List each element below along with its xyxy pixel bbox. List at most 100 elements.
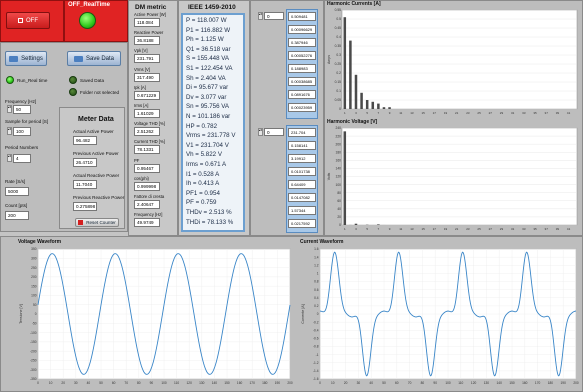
x-tick-label: 9 bbox=[389, 227, 391, 231]
x-tick-label: 31 bbox=[511, 111, 515, 115]
y-tick-label: 0.45 bbox=[335, 26, 342, 30]
x-tick-label: 10 bbox=[49, 381, 53, 385]
ieee-line: THDv = 2.513 % bbox=[186, 209, 232, 216]
realtime-toggle[interactable] bbox=[79, 12, 96, 29]
bar bbox=[377, 103, 380, 109]
y-tick-label: -1.2 bbox=[313, 361, 319, 365]
x-tick-label: 150 bbox=[224, 381, 230, 385]
x-tick-label: 17 bbox=[433, 227, 437, 231]
off-button[interactable]: OFF bbox=[6, 12, 50, 29]
x-tick-label: 11 bbox=[399, 227, 402, 231]
x-tick-label: 15 bbox=[421, 227, 425, 231]
ieee-line: Vh = 5.822 V bbox=[186, 151, 222, 159]
frequency-input[interactable]: 50 bbox=[13, 105, 31, 114]
y-axis-label: Amps bbox=[327, 55, 331, 64]
ieee-line: Di = 95.677 var bbox=[186, 84, 229, 92]
y-tick-label: -1.4 bbox=[313, 369, 319, 373]
x-tick-label: 160 bbox=[522, 381, 528, 385]
harmonic-list-value: 0.00052276 bbox=[288, 51, 316, 60]
y-tick-label: 100 bbox=[335, 183, 341, 187]
rate-label: Rate [S/s] bbox=[5, 179, 26, 184]
y-tick-label: 1.4 bbox=[314, 255, 319, 259]
x-tick-label: 70 bbox=[408, 381, 412, 385]
y-tick-label: 0.55 bbox=[335, 8, 342, 12]
x-tick-label: 150 bbox=[509, 381, 515, 385]
x-tick-label: 170 bbox=[250, 381, 256, 385]
dm-field-label: PF bbox=[134, 157, 140, 163]
x-tick-label: 23 bbox=[466, 227, 470, 231]
x-tick-label: 33 bbox=[522, 227, 526, 231]
x-tick-label: 17 bbox=[433, 111, 437, 115]
meter-field-label: Previous Active Power bbox=[73, 151, 119, 156]
bar bbox=[349, 40, 352, 109]
x-tick-label: 3 bbox=[355, 111, 357, 115]
period-input[interactable]: 4 bbox=[13, 154, 31, 163]
y-tick-label: 350 bbox=[31, 247, 37, 251]
x-tick-label: 80 bbox=[421, 381, 425, 385]
dm-metric-title: DM metric bbox=[135, 4, 167, 11]
settings-icon bbox=[9, 55, 19, 62]
x-tick-label: 23 bbox=[466, 111, 470, 115]
y-tick-label: -0.8 bbox=[313, 345, 319, 349]
frequency-spin[interactable]: ▴▾ bbox=[7, 105, 12, 113]
harmonic-list-value: 0.00038685 bbox=[288, 77, 316, 86]
meter-field-label: Previous Reactive Power bbox=[73, 195, 125, 200]
meter-field-label: Actual Reactive Power bbox=[73, 173, 120, 178]
save-data-button[interactable]: Save Data bbox=[67, 51, 121, 66]
dm-field-label: Reactive Power bbox=[134, 30, 164, 36]
x-tick-label: 180 bbox=[548, 381, 554, 385]
x-tick-label: 140 bbox=[497, 381, 503, 385]
harmonic-list-value: 0.509481 bbox=[288, 12, 316, 21]
ieee-line: PF1 = 0.954 bbox=[186, 189, 220, 197]
y-axis-label: Volts bbox=[327, 172, 331, 180]
ieee-line: Dv = 3.077 var bbox=[186, 93, 227, 101]
settings-label: Settings bbox=[21, 55, 43, 62]
y-tick-label: 220 bbox=[335, 134, 341, 138]
dm-field-value: 0.95467 bbox=[134, 163, 160, 173]
current-index-input[interactable]: 0 bbox=[264, 12, 284, 20]
bar bbox=[360, 92, 363, 109]
y-tick-label: 1.2 bbox=[314, 263, 319, 267]
x-tick-label: 170 bbox=[535, 381, 541, 385]
ieee-line: P = 118.007 W bbox=[186, 17, 227, 24]
x-tick-label: 50 bbox=[99, 381, 103, 385]
x-tick-label: 120 bbox=[471, 381, 477, 385]
y-tick-label: 0.8 bbox=[314, 280, 319, 284]
x-tick-label: 70 bbox=[124, 381, 128, 385]
sample-label: Sample for period [S] bbox=[5, 119, 49, 124]
x-tick-label: 13 bbox=[410, 227, 414, 231]
meter-field-value: 11.7040 bbox=[73, 180, 97, 189]
x-tick-label: 13 bbox=[410, 111, 414, 115]
x-tick-label: 27 bbox=[489, 111, 493, 115]
x-tick-label: 21 bbox=[455, 111, 459, 115]
x-tick-label: 7 bbox=[378, 111, 380, 115]
dm-field-label: Vpk [V] bbox=[134, 48, 148, 54]
ieee-line: I1 = 0.528 A bbox=[186, 170, 220, 178]
x-tick-label: 100 bbox=[161, 381, 167, 385]
x-tick-label: 39 bbox=[556, 111, 560, 115]
off-button-label: OFF bbox=[26, 17, 38, 24]
harmonic-list-value: 0.188983 bbox=[288, 64, 316, 73]
voltage-index-spin[interactable]: ▴▾ bbox=[258, 128, 263, 136]
sample-spin[interactable]: ▴▾ bbox=[7, 127, 12, 135]
y-tick-label: -250 bbox=[30, 359, 37, 363]
y-tick-label: 240 bbox=[335, 126, 341, 130]
count-label: Count [pts] bbox=[5, 203, 28, 208]
sample-input[interactable]: 100 bbox=[13, 127, 31, 136]
harmonic-list-value: 0.0217592 bbox=[288, 219, 316, 228]
current-index-spin[interactable]: ▴▾ bbox=[258, 12, 263, 20]
x-tick-label: 0 bbox=[37, 381, 39, 385]
dm-field-value: 1.61029 bbox=[134, 109, 160, 118]
period-spin[interactable]: ▴▾ bbox=[7, 154, 12, 162]
reset-counter-button[interactable]: Reset Counter bbox=[75, 218, 119, 227]
run-realtime-led[interactable] bbox=[6, 76, 14, 84]
settings-button[interactable]: Settings bbox=[5, 51, 47, 66]
voltage-index-input[interactable]: 0 bbox=[264, 128, 284, 136]
x-tick-label: 27 bbox=[489, 227, 493, 231]
y-tick-label: 0 bbox=[35, 312, 37, 316]
y-axis-label: Tensione [V] bbox=[19, 304, 23, 324]
x-tick-label: 31 bbox=[511, 227, 515, 231]
x-tick-label: 50 bbox=[382, 381, 386, 385]
x-tick-label: 40 bbox=[369, 381, 373, 385]
ieee-line: HP = 0.782 bbox=[186, 122, 218, 130]
